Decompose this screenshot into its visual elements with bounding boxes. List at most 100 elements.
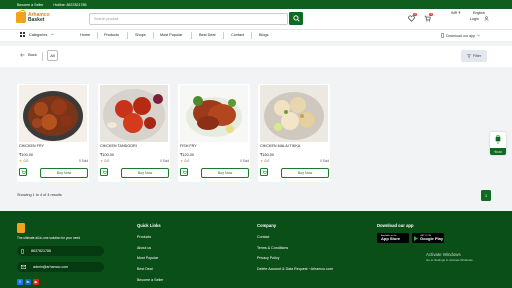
product-rating: ★ 0.0 [180, 159, 190, 163]
product-image[interactable] [100, 85, 168, 142]
cart-icon [21, 170, 26, 174]
product-name[interactable]: CHICKEN MALAI TIKKA [260, 144, 300, 148]
phone-icon [21, 248, 24, 254]
categories-label: Categories [29, 32, 48, 37]
language-selector[interactable]: English [473, 11, 485, 15]
header: Arhamco Basket Search product 0 0 INR ₹ … [0, 9, 512, 29]
sold-count: 0 Sold [239, 159, 249, 163]
product-name[interactable]: FISH FRY [180, 144, 197, 148]
product-name[interactable]: CHICKEN TANDOORI [100, 144, 137, 148]
categories-button[interactable]: Categories [20, 32, 55, 37]
product-image[interactable] [19, 85, 87, 142]
product-price: ₹120.00 [180, 153, 195, 157]
footer-link-privacy[interactable]: Privacy Policy [257, 256, 279, 260]
google-play-button[interactable]: GET IT ON Google Play [412, 233, 444, 243]
become-seller-link[interactable]: Become a Seller [17, 3, 43, 7]
search-button[interactable] [289, 12, 303, 25]
bag-logo-icon [17, 223, 25, 233]
filter-icon [466, 54, 471, 58]
footer-phone[interactable]: 8637821786 [17, 246, 104, 256]
user-icon[interactable] [484, 16, 489, 22]
footer-link-terms[interactable]: Terms & Conditions [257, 246, 288, 250]
floating-cart-price: ₹0.00 [490, 148, 506, 155]
nav-products[interactable]: Products [104, 33, 119, 37]
currency-selector[interactable]: INR ₹ [451, 11, 460, 15]
product-card[interactable]: CHICKEN TANDOORI ₹100.00 ★ 0.0 0 Sold Buy… [98, 84, 170, 182]
nav-divider [153, 32, 154, 39]
phone-icon [441, 33, 444, 38]
grid-icon [20, 32, 25, 37]
product-image[interactable] [260, 85, 328, 142]
add-to-cart-button[interactable] [180, 168, 188, 176]
youtube-icon[interactable]: ▶ [33, 279, 39, 285]
add-to-cart-button[interactable] [19, 168, 27, 176]
cart-icon [102, 170, 107, 174]
logo[interactable]: Arhamco Basket [16, 10, 50, 23]
footer-link-delete-account[interactable]: Delete Account & Data Request ~Arhamco.c… [257, 267, 333, 271]
download-app-link[interactable]: Download our app [441, 33, 481, 38]
search-input[interactable]: Search product [89, 12, 288, 25]
product-card[interactable]: CHICKEN FRY ₹100.00 ★ 0.0 0 Sold Buy Now [17, 84, 89, 182]
filter-bar: Back All Filter [0, 46, 512, 67]
cart-button[interactable]: 0 [423, 12, 433, 23]
main-nav: Categories Home Products Shops Most Popu… [0, 29, 512, 41]
sold-count: 0 Sold [159, 159, 169, 163]
buy-now-button[interactable]: Buy Now [40, 168, 88, 178]
windows-activation-watermark: Activate Windows Go to Settings to activ… [426, 252, 474, 262]
product-card[interactable]: CHICKEN MALAI TIKKA ₹160.00 ★ 0.0 0 Sold … [258, 84, 330, 182]
product-price: ₹160.00 [260, 153, 275, 157]
add-to-cart-button[interactable] [260, 168, 268, 176]
footer-link-best-deal[interactable]: Best Deal [137, 267, 153, 271]
sold-count: 0 Sold [319, 159, 329, 163]
chevron-down-icon [51, 33, 55, 36]
nav-divider [223, 32, 224, 39]
add-to-cart-button[interactable] [100, 168, 108, 176]
login-link[interactable]: Login [470, 17, 479, 21]
footer-link-contact[interactable]: Contact [257, 235, 269, 239]
footer-email[interactable]: admin@arhamco.com [17, 262, 104, 272]
product-rating: ★ 0.0 [19, 159, 29, 163]
nav-shops[interactable]: Shops [135, 33, 146, 37]
footer: The ultimate all-in-one solution for you… [0, 211, 512, 288]
filter-button[interactable]: Filter [461, 50, 487, 62]
heart-button[interactable]: 0 [407, 12, 417, 23]
floating-cart-count: 0 [497, 141, 499, 145]
nav-home[interactable]: Home [80, 33, 90, 37]
product-rating: ★ 0.0 [100, 159, 110, 163]
search-icon [292, 15, 300, 22]
download-app-label: Download our app [446, 33, 476, 38]
facebook-icon[interactable]: f [17, 279, 23, 285]
filter-label: Filter [472, 54, 482, 58]
product-name[interactable]: CHICKEN FRY [19, 144, 44, 148]
footer-tagline: The ultimate all-in-one solution for you… [17, 236, 81, 240]
nav-divider [127, 32, 128, 39]
app-store-button[interactable]: Available on the App Store [377, 233, 409, 243]
nav-most-popular[interactable]: Most Popular [160, 33, 182, 37]
download-app-heading: Download our app [377, 223, 414, 228]
footer-link-most-popular[interactable]: Most Popular [137, 256, 158, 260]
product-price: ₹100.00 [19, 153, 34, 157]
back-label: Back [28, 52, 37, 57]
footer-link-become-seller[interactable]: Become a Seller [137, 278, 163, 282]
product-image[interactable] [180, 85, 248, 142]
divider [42, 52, 43, 61]
linkedin-icon[interactable]: in [25, 279, 31, 285]
star-icon: ★ [180, 159, 184, 163]
floating-cart[interactable]: 0 ₹0.00 [490, 132, 506, 155]
back-button[interactable]: Back [20, 52, 37, 57]
page-button-current[interactable]: 1 [481, 190, 491, 201]
nav-blogs[interactable]: Blogs [259, 33, 269, 37]
buy-now-button[interactable]: Buy Now [281, 168, 329, 178]
buy-now-button[interactable]: Buy Now [121, 168, 169, 178]
cart-count-badge: 0 [429, 12, 433, 17]
cart-icon [182, 170, 187, 174]
star-icon: ★ [100, 159, 104, 163]
nav-best-deal[interactable]: Best Deal [199, 33, 215, 37]
all-filter-chip[interactable]: All [47, 50, 58, 61]
footer-link-about[interactable]: About us [137, 246, 151, 250]
nav-contact[interactable]: Contact [231, 33, 244, 37]
product-card[interactable]: FISH FRY ₹120.00 ★ 0.0 0 Sold Buy Now [178, 84, 250, 182]
buy-now-button[interactable]: Buy Now [201, 168, 249, 178]
footer-link-products[interactable]: Products [137, 235, 151, 239]
mail-icon [21, 265, 26, 269]
